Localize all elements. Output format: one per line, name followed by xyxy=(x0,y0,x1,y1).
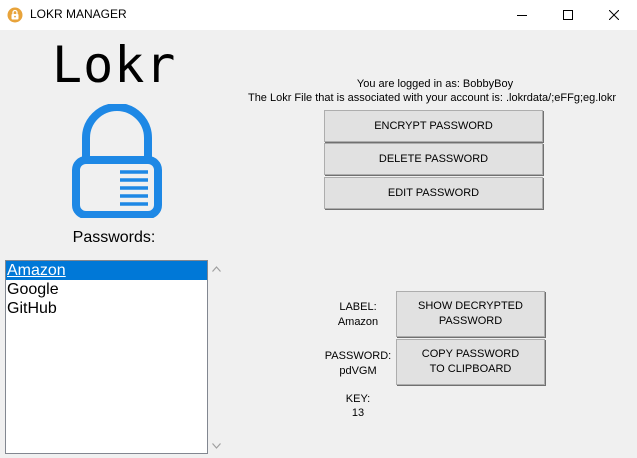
passwords-label: Passwords: xyxy=(72,229,156,246)
passwords-listbox[interactable]: Amazon Google GitHub xyxy=(5,260,208,454)
scroll-up-button[interactable] xyxy=(208,260,225,277)
padlock-icon xyxy=(72,104,162,218)
copy-password-label-line1: COPY PASSWORD xyxy=(421,348,520,360)
password-value: pdVGM xyxy=(339,365,377,377)
label-value: Amazon xyxy=(337,316,379,328)
list-item[interactable]: Amazon xyxy=(6,261,207,280)
chevron-down-icon xyxy=(212,442,221,449)
password-caption: PASSWORD: xyxy=(324,350,392,362)
window-title: LOKR MANAGER xyxy=(30,7,127,21)
minimize-icon xyxy=(517,15,527,16)
close-button[interactable] xyxy=(591,0,637,30)
encrypt-password-button[interactable]: ENCRYPT PASSWORD xyxy=(324,110,543,142)
show-decrypted-label-line1: SHOW DECRYPTED xyxy=(418,300,523,312)
chevron-up-icon xyxy=(212,265,221,272)
list-item[interactable]: GitHub xyxy=(6,299,207,318)
logged-in-user-text: You are logged in as: BobbyBoy xyxy=(356,78,514,90)
label-caption: LABEL: xyxy=(339,301,377,313)
brand-logo-text: Lokr xyxy=(52,36,177,94)
edit-password-label: EDIT PASSWORD xyxy=(387,186,480,199)
key-caption: KEY: xyxy=(345,393,371,405)
copy-password-button[interactable]: COPY PASSWORD TO CLIPBOARD xyxy=(396,339,545,385)
close-icon xyxy=(609,10,619,20)
maximize-button[interactable] xyxy=(545,0,591,30)
delete-password-label: DELETE PASSWORD xyxy=(378,152,489,165)
lokr-file-path-text: The Lokr File that is associated with yo… xyxy=(247,92,617,104)
lock-app-icon xyxy=(7,7,23,23)
key-value: 13 xyxy=(351,407,365,419)
edit-password-button[interactable]: EDIT PASSWORD xyxy=(324,177,543,209)
minimize-button[interactable] xyxy=(499,0,545,30)
encrypt-password-label: ENCRYPT PASSWORD xyxy=(374,119,493,132)
show-decrypted-password-button[interactable]: SHOW DECRYPTED PASSWORD xyxy=(396,291,545,337)
delete-password-button[interactable]: DELETE PASSWORD xyxy=(324,143,543,175)
copy-password-label-line2: TO CLIPBOARD xyxy=(429,363,512,375)
title-bar: LOKR MANAGER xyxy=(0,0,637,30)
scroll-down-button[interactable] xyxy=(208,437,225,454)
maximize-icon xyxy=(563,10,573,20)
listbox-scrollbar[interactable] xyxy=(208,260,225,454)
list-item[interactable]: Google xyxy=(6,280,207,299)
show-decrypted-label-line2: PASSWORD xyxy=(438,315,503,327)
